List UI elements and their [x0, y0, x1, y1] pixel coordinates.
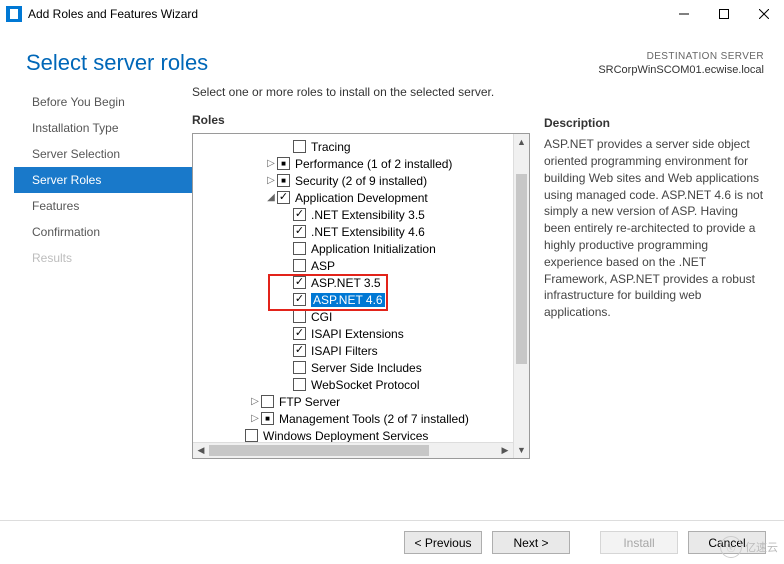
- checkbox[interactable]: [293, 378, 306, 391]
- destination-value: SRCorpWinSCOM01.ecwise.local: [598, 63, 764, 77]
- scroll-thumb[interactable]: [516, 174, 527, 364]
- checkbox[interactable]: [293, 259, 306, 272]
- nav-item-features[interactable]: Features: [14, 193, 192, 219]
- checkbox[interactable]: [277, 157, 290, 170]
- instruction-text: Select one or more roles to install on t…: [192, 85, 530, 99]
- tree-item-label: ISAPI Filters: [311, 344, 378, 358]
- checkbox[interactable]: [293, 140, 306, 153]
- checkbox[interactable]: [261, 395, 274, 408]
- tree-item-label: Security (2 of 9 installed): [295, 174, 427, 188]
- description-text: ASP.NET provides a server side object or…: [544, 136, 766, 321]
- tree-item-label: Windows Deployment Services: [263, 429, 428, 443]
- roles-heading: Roles: [192, 113, 530, 127]
- tree-item-label: Server Side Includes: [311, 361, 422, 375]
- wizard-nav: Before You BeginInstallation TypeServer …: [14, 85, 192, 459]
- tree-item[interactable]: ASP: [193, 257, 529, 274]
- tree-item-label: ASP: [311, 259, 335, 273]
- tree-item[interactable]: CGI: [193, 308, 529, 325]
- checkbox[interactable]: [261, 412, 274, 425]
- tree-item-label: ASP.NET 4.6: [311, 293, 385, 307]
- scroll-right-icon[interactable]: ▶: [497, 443, 513, 458]
- checkbox[interactable]: [293, 242, 306, 255]
- page-title: Select server roles: [26, 50, 208, 76]
- scroll-left-icon[interactable]: ◀: [193, 443, 209, 458]
- minimize-button[interactable]: [664, 1, 704, 27]
- tree-item[interactable]: ISAPI Extensions: [193, 325, 529, 342]
- checkbox[interactable]: [293, 327, 306, 340]
- tree-item[interactable]: ◢ Application Development: [193, 189, 529, 206]
- tree-item-label: Management Tools (2 of 7 installed): [279, 412, 469, 426]
- tree-item-label: Tracing: [311, 140, 351, 154]
- destination-label: DESTINATION SERVER: [598, 50, 764, 63]
- nav-item-before-you-begin[interactable]: Before You Begin: [14, 89, 192, 115]
- tree-item[interactable]: Application Initialization: [193, 240, 529, 257]
- footer: < Previous Next > Install Cancel: [0, 520, 784, 564]
- tree-item[interactable]: ASP.NET 4.6: [193, 291, 529, 308]
- destination-server: DESTINATION SERVER SRCorpWinSCOM01.ecwis…: [598, 50, 764, 77]
- roles-tree[interactable]: Tracing ▷ Performance (1 of 2 installed) ▷ S…: [192, 133, 530, 459]
- checkbox[interactable]: [245, 429, 258, 442]
- expander-closed-icon[interactable]: ▷: [249, 413, 261, 424]
- nav-item-server-roles[interactable]: Server Roles: [14, 167, 192, 193]
- scroll-thumb[interactable]: [209, 445, 429, 456]
- tree-item-label: ISAPI Extensions: [311, 327, 404, 341]
- tree-item[interactable]: Server Side Includes: [193, 359, 529, 376]
- tree-item-label: Application Initialization: [311, 242, 436, 256]
- scroll-up-icon[interactable]: ▲: [514, 134, 529, 150]
- checkbox[interactable]: [277, 191, 290, 204]
- checkbox[interactable]: [293, 276, 306, 289]
- previous-button[interactable]: < Previous: [404, 531, 482, 554]
- horizontal-scrollbar[interactable]: ◀▶: [193, 442, 513, 458]
- checkbox[interactable]: [293, 293, 306, 306]
- tree-item[interactable]: ▷ Security (2 of 9 installed): [193, 172, 529, 189]
- tree-item-label: .NET Extensibility 4.6: [311, 225, 425, 239]
- install-button[interactable]: Install: [600, 531, 678, 554]
- maximize-button[interactable]: [704, 1, 744, 27]
- tree-item[interactable]: ISAPI Filters: [193, 342, 529, 359]
- tree-item-label: FTP Server: [279, 395, 340, 409]
- tree-item-label: ASP.NET 3.5: [311, 276, 381, 290]
- tree-item-label: Application Development: [295, 191, 428, 205]
- checkbox[interactable]: [277, 174, 290, 187]
- scroll-down-icon[interactable]: ▼: [514, 442, 529, 458]
- expander-closed-icon[interactable]: ▷: [265, 175, 277, 186]
- titlebar: Add Roles and Features Wizard: [0, 0, 784, 28]
- checkbox[interactable]: [293, 208, 306, 221]
- window-title: Add Roles and Features Wizard: [28, 7, 664, 21]
- tree-item[interactable]: ▷ FTP Server: [193, 393, 529, 410]
- tree-item-label: Performance (1 of 2 installed): [295, 157, 452, 171]
- wizard-icon: [6, 6, 22, 22]
- expander-closed-icon[interactable]: ▷: [249, 396, 261, 407]
- tree-item[interactable]: .NET Extensibility 3.5: [193, 206, 529, 223]
- nav-item-confirmation[interactable]: Confirmation: [14, 219, 192, 245]
- checkbox[interactable]: [293, 361, 306, 374]
- description-heading: Description: [544, 116, 766, 130]
- header: Select server roles DESTINATION SERVER S…: [0, 28, 784, 85]
- next-button[interactable]: Next >: [492, 531, 570, 554]
- vertical-scrollbar[interactable]: ▲▼: [513, 134, 529, 458]
- checkbox[interactable]: [293, 225, 306, 238]
- tree-item-label: WebSocket Protocol: [311, 378, 420, 392]
- tree-item[interactable]: Tracing: [193, 138, 529, 155]
- tree-item[interactable]: WebSocket Protocol: [193, 376, 529, 393]
- tree-item[interactable]: ▷ Performance (1 of 2 installed): [193, 155, 529, 172]
- expander-closed-icon[interactable]: ▷: [265, 158, 277, 169]
- cancel-button[interactable]: Cancel: [688, 531, 766, 554]
- tree-item[interactable]: ▷ Management Tools (2 of 7 installed): [193, 410, 529, 427]
- tree-item-label: CGI: [311, 310, 332, 324]
- tree-item[interactable]: ASP.NET 3.5: [193, 274, 529, 291]
- checkbox[interactable]: [293, 310, 306, 323]
- nav-item-server-selection[interactable]: Server Selection: [14, 141, 192, 167]
- nav-item-results: Results: [14, 245, 192, 271]
- checkbox[interactable]: [293, 344, 306, 357]
- tree-item[interactable]: .NET Extensibility 4.6: [193, 223, 529, 240]
- nav-item-installation-type[interactable]: Installation Type: [14, 115, 192, 141]
- close-button[interactable]: [744, 1, 784, 27]
- expander-open-icon[interactable]: ◢: [265, 192, 277, 203]
- tree-item-label: .NET Extensibility 3.5: [311, 208, 425, 222]
